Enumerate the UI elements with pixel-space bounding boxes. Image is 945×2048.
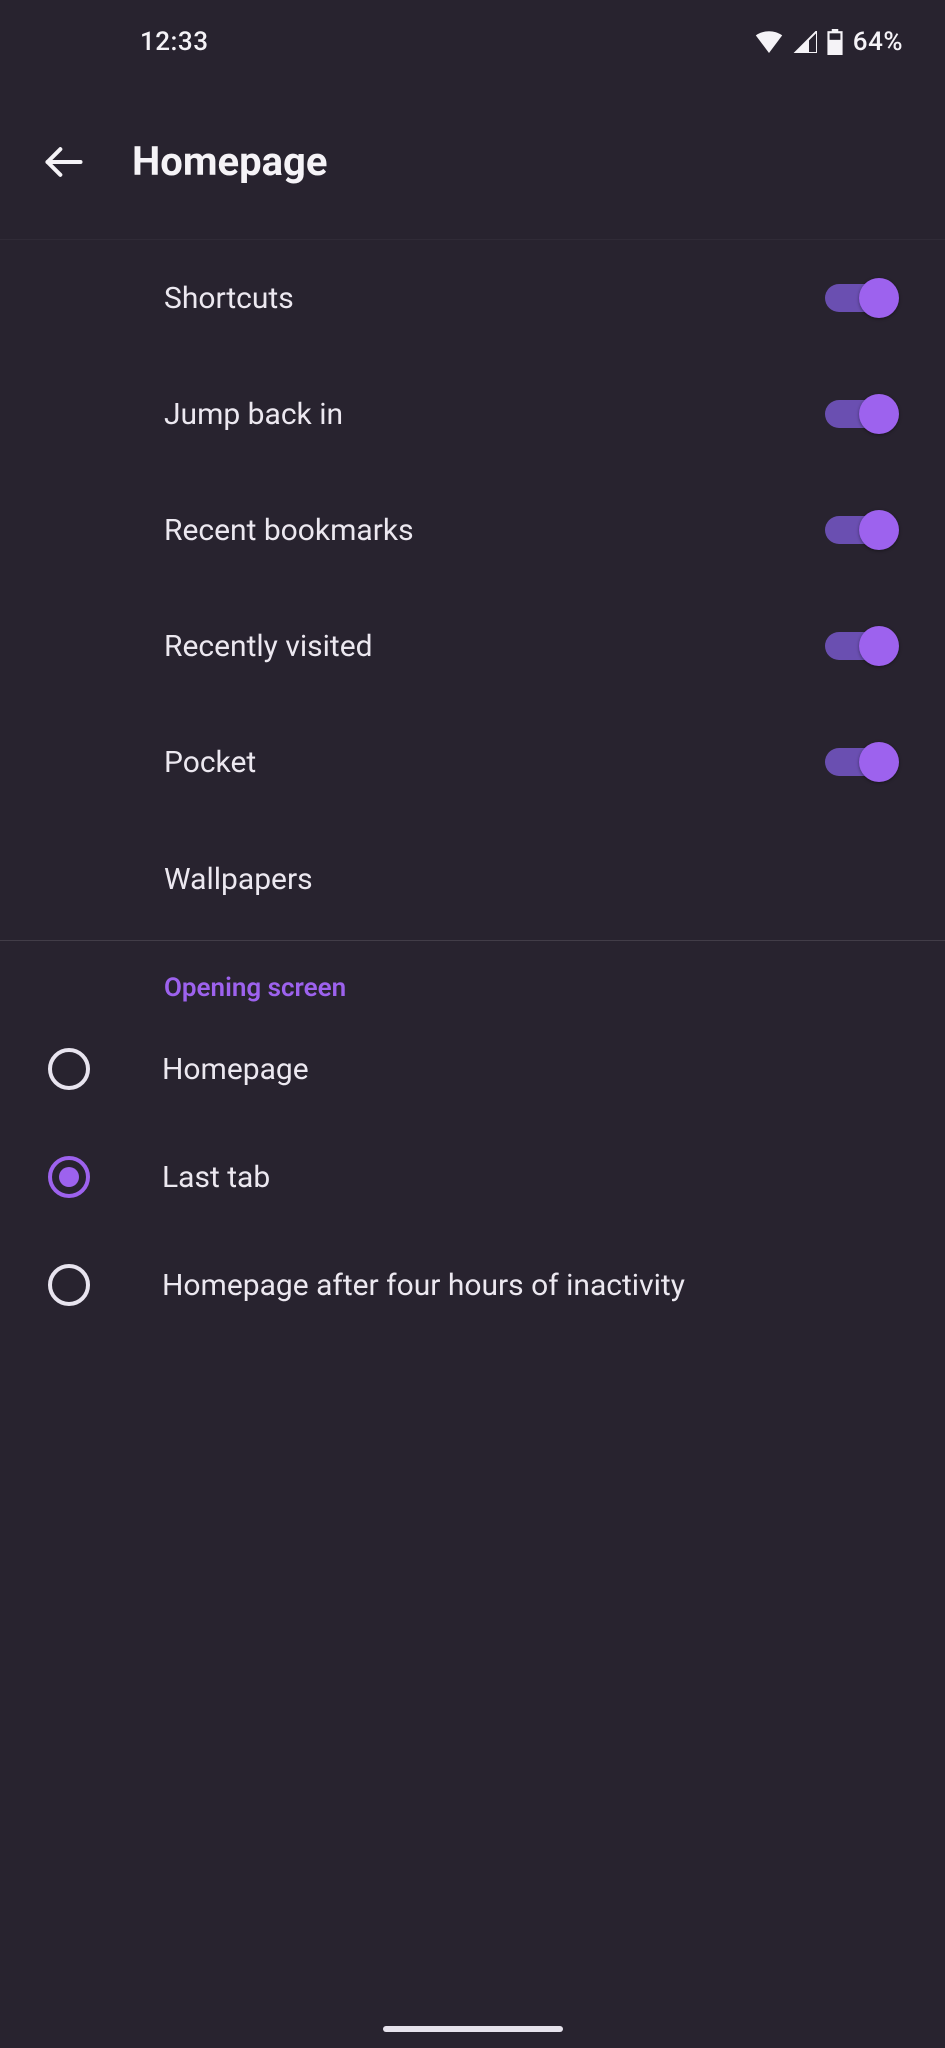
setting-pocket[interactable]: Pocket xyxy=(0,704,945,820)
setting-label: Recent bookmarks xyxy=(164,513,825,548)
section-header-opening-screen: Opening screen xyxy=(0,941,945,1015)
battery-icon xyxy=(827,29,843,55)
setting-label: Recently visited xyxy=(164,629,825,664)
radio-button[interactable] xyxy=(48,1048,90,1090)
radio-option-last-tab[interactable]: Last tab xyxy=(0,1123,945,1231)
status-battery-text: 64% xyxy=(853,27,903,57)
setting-wallpapers[interactable]: Wallpapers xyxy=(0,820,945,938)
arrow-left-icon xyxy=(42,140,86,184)
settings-list: Shortcuts Jump back in Recent bookmarks … xyxy=(0,240,945,1339)
radio-button[interactable] xyxy=(48,1156,90,1198)
setting-label: Pocket xyxy=(164,745,825,780)
toggle-switch[interactable] xyxy=(825,516,893,544)
setting-shortcuts[interactable]: Shortcuts xyxy=(0,240,945,356)
radio-button[interactable] xyxy=(48,1264,90,1306)
status-right: 64% xyxy=(755,27,903,57)
radio-label: Last tab xyxy=(162,1160,270,1195)
home-indicator[interactable] xyxy=(383,2026,563,2032)
toggle-switch[interactable] xyxy=(825,284,893,312)
app-bar: Homepage xyxy=(0,84,945,240)
setting-recent-bookmarks[interactable]: Recent bookmarks xyxy=(0,472,945,588)
setting-recently-visited[interactable]: Recently visited xyxy=(0,588,945,704)
setting-label: Wallpapers xyxy=(164,862,903,897)
cellular-icon xyxy=(793,31,817,53)
radio-option-homepage[interactable]: Homepage xyxy=(0,1015,945,1123)
back-button[interactable] xyxy=(32,130,96,194)
setting-label: Shortcuts xyxy=(164,281,825,316)
status-bar: 12:33 64% xyxy=(0,0,945,84)
wifi-icon xyxy=(755,31,783,53)
toggle-switch[interactable] xyxy=(825,632,893,660)
radio-label: Homepage after four hours of inactivity xyxy=(162,1268,685,1303)
page-title: Homepage xyxy=(132,138,327,185)
toggle-switch[interactable] xyxy=(825,400,893,428)
radio-option-homepage-after-inactivity[interactable]: Homepage after four hours of inactivity xyxy=(0,1231,945,1339)
setting-label: Jump back in xyxy=(164,397,825,432)
setting-jump-back-in[interactable]: Jump back in xyxy=(0,356,945,472)
toggle-switch[interactable] xyxy=(825,748,893,776)
status-time: 12:33 xyxy=(140,27,208,57)
radio-label: Homepage xyxy=(162,1052,309,1087)
